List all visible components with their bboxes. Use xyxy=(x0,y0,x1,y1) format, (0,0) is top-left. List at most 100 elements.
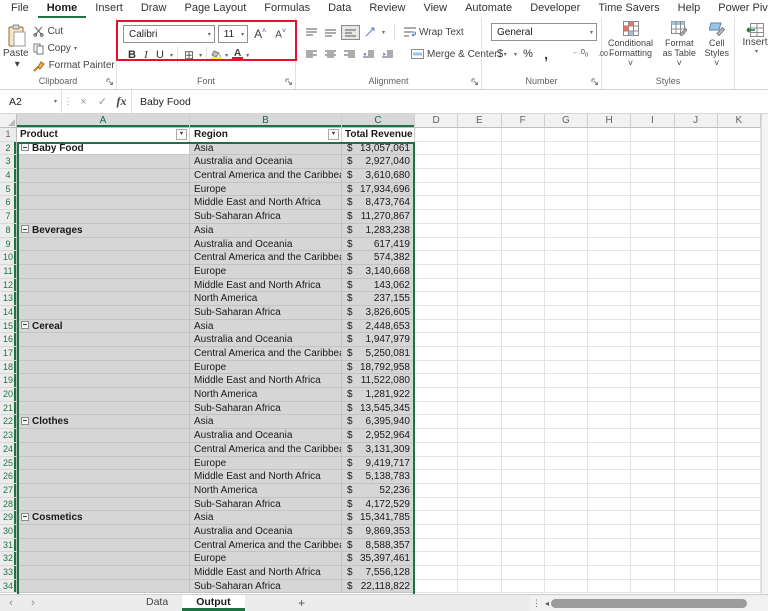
cell[interactable] xyxy=(717,401,761,416)
cell[interactable] xyxy=(501,196,545,211)
cell[interactable] xyxy=(631,347,675,361)
insert-cells-button[interactable]: Insert ▾ xyxy=(738,21,768,55)
cell-C20[interactable]: $1,281,922 xyxy=(342,388,415,402)
cell-A10[interactable] xyxy=(17,251,190,265)
cell[interactable] xyxy=(717,333,761,347)
row-header-14[interactable]: 14 xyxy=(0,305,17,320)
bold-button[interactable]: B xyxy=(125,49,139,61)
cell[interactable] xyxy=(588,538,632,553)
cell[interactable] xyxy=(717,552,761,566)
font-color-button[interactable]: A xyxy=(232,49,244,60)
cell[interactable] xyxy=(458,579,502,594)
cell-C7[interactable]: $11,270,867 xyxy=(342,210,415,224)
cell[interactable] xyxy=(458,333,502,347)
cell[interactable] xyxy=(717,566,761,580)
format-as-table-button[interactable]: Format as Table ˅ xyxy=(660,20,698,75)
menu-tab-developer[interactable]: Developer xyxy=(521,0,589,18)
cell[interactable] xyxy=(544,552,588,566)
row-header-33[interactable]: 33 xyxy=(0,566,17,580)
cell[interactable] xyxy=(544,566,588,580)
cell[interactable] xyxy=(717,347,761,361)
row-header-16[interactable]: 16 xyxy=(0,333,17,347)
cell[interactable] xyxy=(717,579,761,594)
cell-C5[interactable]: $17,934,696 xyxy=(342,182,415,197)
cell-B10[interactable]: Central America and the Caribbean xyxy=(190,251,342,265)
cell[interactable] xyxy=(631,470,675,484)
cell-A6[interactable] xyxy=(17,196,190,211)
collapse-icon[interactable] xyxy=(21,416,29,425)
cell[interactable] xyxy=(631,169,675,183)
cell[interactable] xyxy=(415,401,459,416)
cell-C1[interactable]: Total Revenue xyxy=(342,128,415,142)
cell-B6[interactable]: Middle East and North Africa xyxy=(190,196,342,211)
cell[interactable] xyxy=(631,415,675,430)
cell[interactable] xyxy=(588,128,632,142)
column-header-J[interactable]: J xyxy=(674,114,718,128)
cell[interactable] xyxy=(717,264,761,279)
cell[interactable] xyxy=(588,374,632,389)
cell[interactable] xyxy=(717,442,761,457)
cell[interactable] xyxy=(717,429,761,443)
cell[interactable] xyxy=(588,278,632,293)
cell-B27[interactable]: North America xyxy=(190,483,342,498)
cell[interactable] xyxy=(674,388,718,402)
cell-A30[interactable] xyxy=(17,524,190,539)
row-header-5[interactable]: 5 xyxy=(0,182,17,197)
column-header-K[interactable]: K xyxy=(717,114,761,128)
cell-A21[interactable] xyxy=(17,401,190,416)
cell-C9[interactable]: $617,419 xyxy=(342,237,415,252)
cell[interactable] xyxy=(631,456,675,471)
cell[interactable] xyxy=(458,182,502,197)
cell[interactable] xyxy=(588,210,632,224)
borders-button[interactable]: ⊞ xyxy=(182,48,196,62)
cell[interactable] xyxy=(674,251,718,265)
cell[interactable] xyxy=(544,210,588,224)
cell[interactable] xyxy=(588,483,632,498)
cell-B33[interactable]: Middle East and North Africa xyxy=(190,566,342,580)
cell[interactable] xyxy=(674,155,718,170)
cell[interactable] xyxy=(458,305,502,320)
cell-B2[interactable]: Asia xyxy=(190,141,342,156)
sheet-options-dots-icon[interactable]: ⋮ xyxy=(530,598,545,609)
cell-A27[interactable] xyxy=(17,483,190,498)
cell[interactable] xyxy=(458,566,502,580)
decrease-font-size-button[interactable]: A˅ xyxy=(272,28,289,40)
cell[interactable] xyxy=(674,442,718,457)
cell[interactable] xyxy=(544,237,588,252)
cell[interactable] xyxy=(544,456,588,471)
cell-A7[interactable] xyxy=(17,210,190,224)
cell[interactable] xyxy=(717,524,761,539)
collapse-icon[interactable] xyxy=(21,143,29,152)
cell-B20[interactable]: North America xyxy=(190,388,342,402)
cell[interactable] xyxy=(544,347,588,361)
align-bottom-button[interactable] xyxy=(341,24,360,40)
column-header-C[interactable]: C xyxy=(342,114,415,128)
cell[interactable] xyxy=(631,374,675,389)
cell[interactable] xyxy=(588,511,632,525)
collapse-icon[interactable] xyxy=(21,320,29,329)
menu-tab-automate[interactable]: Automate xyxy=(456,0,521,18)
select-all-corner[interactable] xyxy=(0,114,17,128)
cell[interactable] xyxy=(674,278,718,293)
cell[interactable] xyxy=(544,538,588,553)
cell[interactable] xyxy=(415,511,459,525)
cell[interactable] xyxy=(717,374,761,389)
column-header-I[interactable]: I xyxy=(631,114,675,128)
cell[interactable] xyxy=(717,319,761,334)
cell[interactable] xyxy=(458,429,502,443)
row-header-7[interactable]: 7 xyxy=(0,210,17,224)
cell[interactable] xyxy=(501,483,545,498)
cell[interactable] xyxy=(544,141,588,156)
align-top-button[interactable] xyxy=(303,26,320,39)
cell[interactable] xyxy=(588,579,632,594)
cell[interactable] xyxy=(501,210,545,224)
cell-B26[interactable]: Middle East and North Africa xyxy=(190,470,342,484)
cell[interactable] xyxy=(631,278,675,293)
cell[interactable] xyxy=(588,196,632,211)
row-header-13[interactable]: 13 xyxy=(0,292,17,306)
insert-function-icon[interactable]: fx xyxy=(112,90,131,113)
column-header-F[interactable]: F xyxy=(501,114,545,128)
cell-styles-button[interactable]: Cell Styles ˅ xyxy=(703,20,732,75)
filter-dropdown-icon[interactable]: ▼ xyxy=(176,129,187,140)
cell[interactable] xyxy=(458,264,502,279)
